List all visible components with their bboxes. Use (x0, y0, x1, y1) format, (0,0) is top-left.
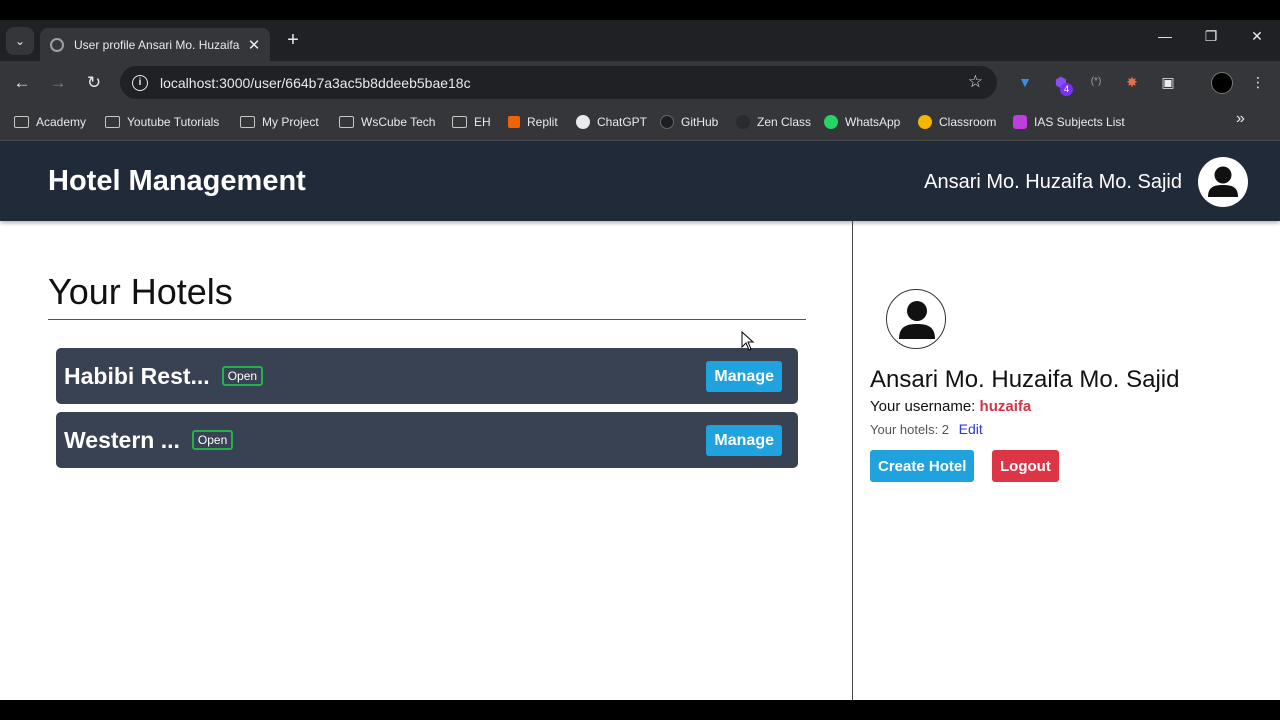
classroom-icon (918, 115, 932, 129)
notion-icon (1013, 115, 1027, 129)
back-arrow-icon[interactable]: ← (11, 72, 33, 94)
browser-tab[interactable]: User profile Ansari Mo. Huzaifa ✕ (40, 28, 270, 61)
bookmark-github[interactable]: GitHub (660, 112, 718, 132)
folder-icon (105, 116, 120, 128)
hotels-panel: Your Hotels Habibi Rest... Open Manage W… (0, 221, 853, 700)
folder-icon (452, 116, 467, 128)
folder-icon (339, 116, 354, 128)
hotel-card: Habibi Rest... Open Manage (56, 348, 798, 404)
close-tab-icon[interactable]: ✕ (246, 36, 262, 54)
zen-icon (736, 115, 750, 129)
section-title: Your Hotels (48, 271, 233, 312)
new-tab-plus-icon[interactable]: + (282, 29, 304, 51)
hotel-name: Habibi Rest... (64, 362, 210, 389)
manage-button[interactable]: Manage (706, 425, 782, 456)
extensions-puzzle-icon[interactable]: ▣ (1159, 73, 1177, 91)
bookmark-eh[interactable]: EH (452, 112, 491, 132)
section-divider (48, 319, 806, 320)
bookmark-academy[interactable]: Academy (14, 112, 86, 132)
tab-title: User profile Ansari Mo. Huzaifa (74, 37, 240, 52)
restore-icon[interactable]: ❐ (1201, 28, 1221, 45)
navbar-avatar-icon[interactable] (1198, 157, 1248, 207)
extension-cookie-icon[interactable]: ✸ (1123, 73, 1141, 91)
browser-menu-icon[interactable]: ⋮ (1249, 73, 1267, 91)
brand-title[interactable]: Hotel Management (48, 165, 306, 198)
profile-username: Your username: huzaifa (870, 398, 1032, 415)
replit-icon (508, 116, 520, 128)
bookmark-wscube-tech[interactable]: WsCube Tech (339, 112, 435, 132)
profile-panel: Ansari Mo. Huzaifa Mo. Sajid Your userna… (854, 221, 1280, 700)
address-bar[interactable]: i localhost:3000/user/664b7a3ac5b8ddeeb5… (120, 66, 997, 99)
minimize-icon[interactable]: — (1155, 28, 1175, 44)
navbar-user-name: Ansari Mo. Huzaifa Mo. Sajid (924, 171, 1182, 193)
url-text: localhost:3000/user/664b7a3ac5b8ddeeb5ba… (160, 74, 471, 91)
username-value: huzaifa (979, 398, 1032, 415)
bookmark-ias-subjects-list[interactable]: IAS Subjects List (1013, 112, 1125, 132)
extension-badge: 4 (1060, 83, 1073, 96)
profile-avatar-icon (886, 289, 946, 349)
window-close-icon[interactable]: ✕ (1247, 28, 1267, 45)
github-icon (660, 115, 674, 129)
status-badge: Open (221, 366, 264, 386)
reload-icon[interactable]: ↻ (83, 72, 105, 94)
mouse-cursor-icon (741, 330, 755, 356)
bookmarks-overflow-icon[interactable]: » (1236, 110, 1245, 128)
chatgpt-icon (576, 115, 590, 129)
bookmark-classroom[interactable]: Classroom (918, 112, 996, 132)
site-info-icon[interactable]: i (132, 74, 148, 91)
bookmark-replit[interactable]: Replit (508, 112, 558, 132)
bookmark-youtube-tutorials[interactable]: Youtube Tutorials (105, 112, 219, 132)
hotel-name: Western ... (64, 426, 180, 453)
bookmark-chatgpt[interactable]: ChatGPT (576, 112, 647, 132)
manage-button[interactable]: Manage (706, 361, 782, 392)
bookmark-zen-class[interactable]: Zen Class (736, 112, 811, 132)
screen: ⌄ User profile Ansari Mo. Huzaifa ✕ + — … (0, 0, 1280, 720)
extension-code-icon[interactable]: (*) (1087, 73, 1105, 91)
profile-hotel-count: Your hotels: 2 Edit (870, 421, 983, 437)
web-page: Hotel Management Ansari Mo. Huzaifa Mo. … (0, 141, 1280, 700)
folder-icon (14, 116, 29, 128)
extension-v-icon[interactable]: ▼ (1016, 73, 1034, 91)
logout-button[interactable]: Logout (992, 450, 1059, 482)
bookmark-whatsapp[interactable]: WhatsApp (824, 112, 900, 132)
app-navbar: Hotel Management Ansari Mo. Huzaifa Mo. … (0, 141, 1280, 221)
bookmark-star-icon[interactable]: ☆ (968, 72, 983, 92)
whatsapp-icon (824, 115, 838, 129)
edit-link[interactable]: Edit (959, 421, 983, 437)
profile-name: Ansari Mo. Huzaifa Mo. Sajid (870, 366, 1180, 393)
globe-icon (50, 37, 64, 52)
tab-search-chevron-icon[interactable]: ⌄ (6, 27, 34, 55)
bookmark-my-project[interactable]: My Project (240, 112, 319, 132)
browser-profile-avatar[interactable] (1211, 72, 1233, 94)
folder-icon (240, 116, 255, 128)
forward-arrow-icon[interactable]: → (47, 72, 69, 94)
hotel-card: Western ... Open Manage (56, 412, 798, 468)
status-badge: Open (191, 430, 234, 450)
create-hotel-button[interactable]: Create Hotel (870, 450, 975, 482)
